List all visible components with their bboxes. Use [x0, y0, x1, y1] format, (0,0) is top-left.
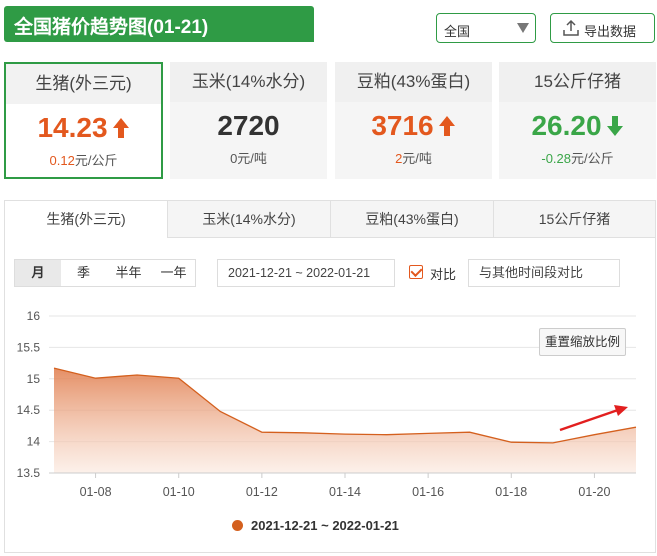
page-title: 全国猪价趋势图(01-21): [4, 6, 314, 42]
card-change: -0.28元/公斤: [541, 151, 614, 166]
card-value: 26.20: [499, 110, 656, 142]
commodity-tabs: 生猪(外三元) 玉米(14%水分) 豆粕(43%蛋白) 15公斤仔猪: [4, 200, 656, 238]
export-label: 导出数据: [584, 24, 637, 39]
card-title: 15公斤仔猪: [499, 62, 656, 102]
legend-label: 2021-12-21 ~ 2022-01-21: [251, 518, 399, 533]
export-data-button[interactable]: 导出数据: [550, 13, 655, 43]
x-tick-label: 01-10: [163, 485, 195, 499]
card-change: 0元/吨: [230, 151, 267, 166]
price-card-piglet[interactable]: 15公斤仔猪 26.20 -0.28元/公斤: [499, 62, 656, 179]
card-change: 2元/吨: [395, 151, 432, 166]
compare-checkbox[interactable]: [409, 265, 423, 279]
arrow-down-icon: [606, 116, 623, 136]
y-tick-label: 16: [27, 309, 41, 323]
price-card-soymeal[interactable]: 豆粕(43%蛋白) 3716 2元/吨: [335, 62, 492, 179]
period-selector: 月 季 半年 一年: [14, 259, 196, 287]
reset-zoom-button[interactable]: 重置缩放比例: [539, 328, 626, 356]
x-tick-label: 01-18: [495, 485, 527, 499]
period-halfyear-button[interactable]: 半年: [106, 260, 151, 286]
x-tick-label: 01-20: [578, 485, 610, 499]
region-select[interactable]: 全国: [436, 13, 536, 43]
period-year-button[interactable]: 一年: [151, 260, 196, 286]
y-tick-label: 13.5: [17, 466, 41, 480]
x-tick-label: 01-08: [80, 485, 112, 499]
annotation-arrow: [559, 408, 619, 432]
arrow-up-icon: [438, 116, 455, 136]
y-tick-label: 15: [27, 372, 41, 386]
arrow-up-icon: [112, 118, 129, 138]
compare-period-input[interactable]: 与其他时间段对比: [468, 259, 620, 287]
y-tick-label: 14: [27, 435, 41, 449]
y-tick-label: 14.5: [17, 403, 41, 417]
region-value: 全国: [444, 24, 471, 39]
x-tick-label: 01-14: [329, 485, 361, 499]
price-card-hog[interactable]: 生猪(外三元) 14.23 0.12元/公斤: [4, 62, 163, 179]
series-area: [54, 368, 636, 473]
y-tick-label: 15.5: [17, 340, 41, 354]
card-change: 0.12元/公斤: [49, 153, 118, 168]
card-title: 玉米(14%水分): [170, 62, 327, 102]
legend-dot-icon: [232, 520, 243, 531]
x-tick-label: 01-16: [412, 485, 444, 499]
card-title: 生猪(外三元): [6, 64, 161, 104]
tab-corn[interactable]: 玉米(14%水分): [167, 200, 331, 238]
x-tick-label: 01-12: [246, 485, 278, 499]
card-title: 豆粕(43%蛋白): [335, 62, 492, 102]
tab-soymeal[interactable]: 豆粕(43%蛋白): [330, 200, 494, 238]
period-month-button[interactable]: 月: [15, 260, 61, 286]
card-value: 14.23: [6, 112, 161, 144]
upload-icon: [563, 19, 579, 36]
tab-piglet[interactable]: 15公斤仔猪: [493, 200, 656, 238]
card-value: 3716: [335, 110, 492, 142]
price-card-corn[interactable]: 玉米(14%水分) 2720 0元/吨: [170, 62, 327, 179]
chart-legend[interactable]: 2021-12-21 ~ 2022-01-21: [232, 518, 399, 533]
compare-label: 对比: [430, 267, 457, 282]
period-quarter-button[interactable]: 季: [61, 260, 106, 286]
card-value: 2720: [217, 110, 280, 141]
date-range-input[interactable]: 2021-12-21 ~ 2022-01-21: [217, 259, 395, 287]
tab-hog[interactable]: 生猪(外三元): [4, 200, 168, 238]
chevron-down-icon: [517, 23, 529, 33]
